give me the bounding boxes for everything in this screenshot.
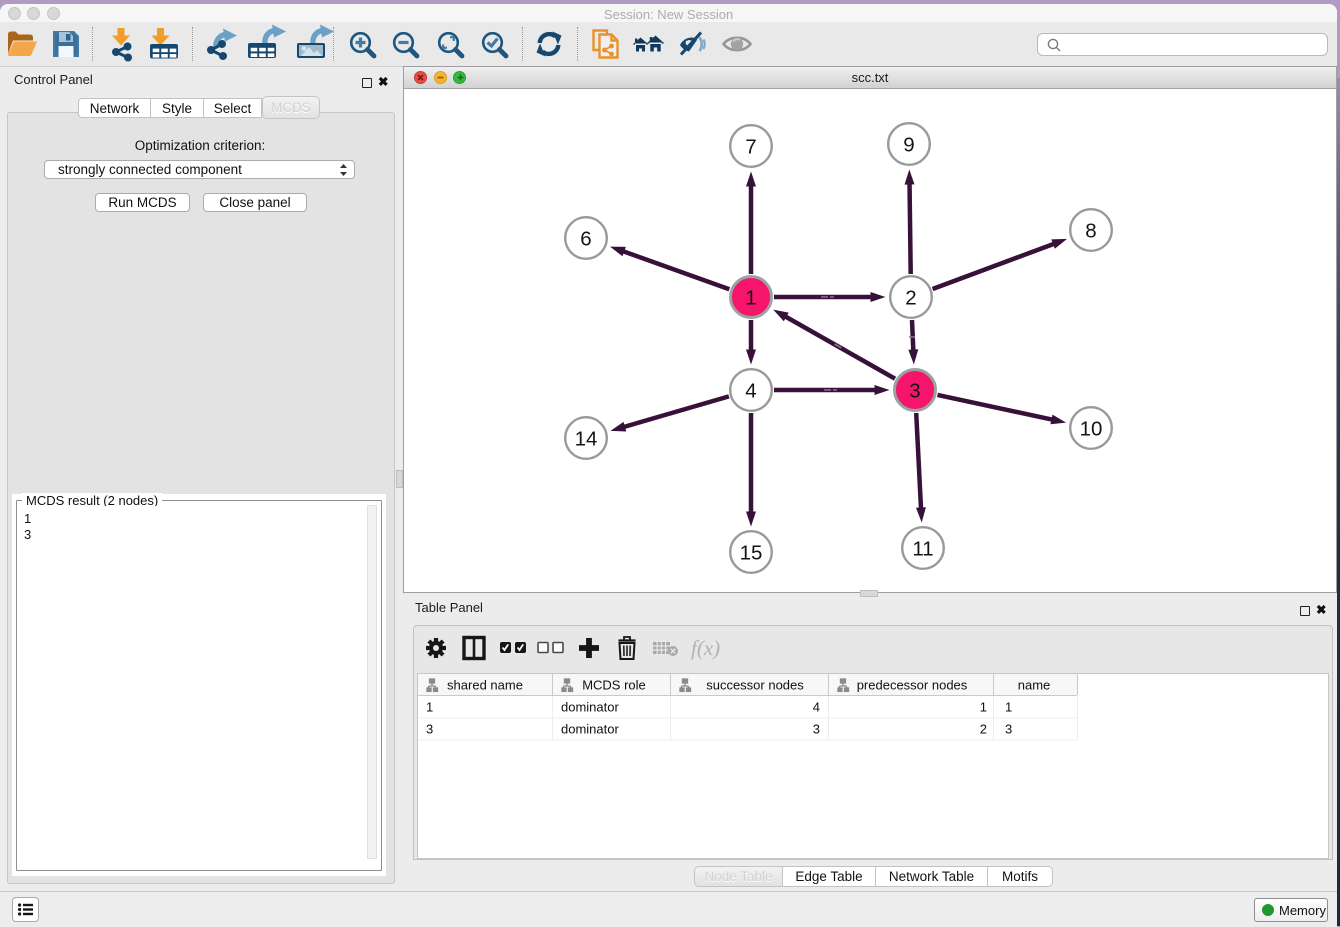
svg-text:11: 11 bbox=[912, 537, 933, 560]
svg-text:dominator: dominator bbox=[561, 700, 619, 715]
svg-text:14: 14 bbox=[575, 427, 598, 450]
svg-text:3: 3 bbox=[1005, 722, 1012, 737]
svg-text:10: 10 bbox=[1080, 417, 1103, 440]
svg-text:15: 15 bbox=[740, 541, 763, 564]
svg-text:2: 2 bbox=[980, 722, 987, 737]
svg-text:2: 2 bbox=[905, 286, 916, 309]
svg-text:name: name bbox=[1018, 678, 1051, 693]
svg-text:1: 1 bbox=[980, 700, 987, 715]
svg-text:4: 4 bbox=[813, 700, 820, 715]
svg-text:f(x): f(x) bbox=[691, 636, 720, 660]
svg-text:7: 7 bbox=[745, 135, 756, 158]
svg-text:3: 3 bbox=[426, 722, 433, 737]
svg-text:dominator: dominator bbox=[561, 722, 619, 737]
svg-text:1: 1 bbox=[426, 700, 433, 715]
svg-text:3: 3 bbox=[813, 722, 820, 737]
svg-text:6: 6 bbox=[580, 227, 591, 250]
svg-text:4: 4 bbox=[745, 379, 756, 402]
svg-text:9: 9 bbox=[903, 133, 914, 156]
svg-text:predecessor nodes: predecessor nodes bbox=[857, 678, 968, 693]
svg-text:3: 3 bbox=[909, 379, 920, 402]
svg-text:MCDS role: MCDS role bbox=[582, 678, 646, 693]
svg-text:1: 1 bbox=[745, 286, 756, 309]
svg-text:1: 1 bbox=[1005, 700, 1012, 715]
svg-text:8: 8 bbox=[1085, 219, 1096, 242]
svg-text:shared name: shared name bbox=[447, 678, 523, 693]
svg-text:successor nodes: successor nodes bbox=[706, 678, 804, 693]
